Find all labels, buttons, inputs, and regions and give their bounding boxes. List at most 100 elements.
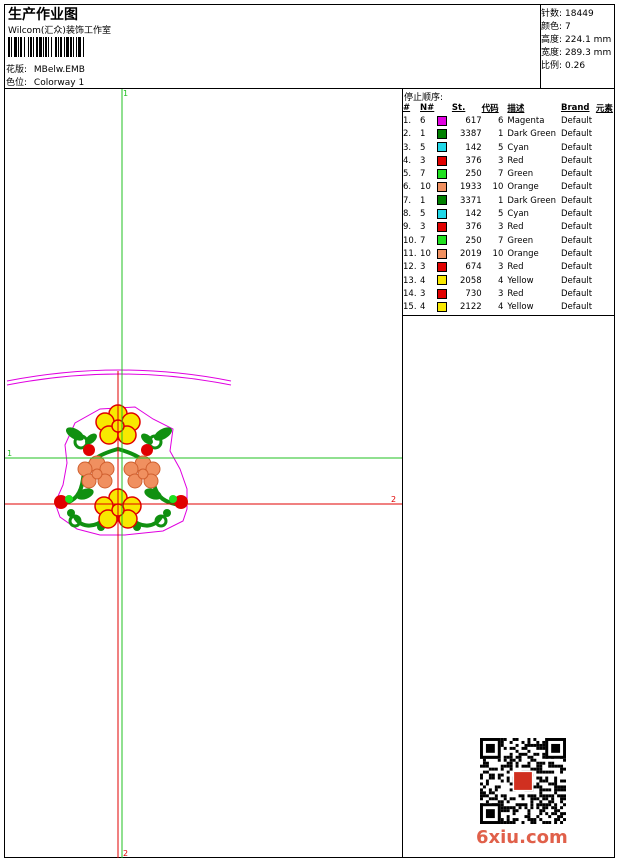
qr-module	[539, 776, 543, 780]
needle-number: 10	[420, 248, 431, 259]
swatch-box	[437, 182, 448, 193]
qr-module	[548, 770, 552, 774]
qr-module	[560, 797, 564, 801]
barcode-bar	[48, 37, 49, 57]
col-index: #	[403, 102, 411, 113]
qr-module	[506, 809, 510, 813]
swatch-box	[437, 275, 448, 286]
qr-module	[563, 785, 566, 789]
stat-label: 颜色:	[541, 22, 563, 32]
qr-module	[554, 785, 558, 789]
thread-brand: Default	[560, 302, 593, 313]
qr-module	[485, 779, 489, 783]
qr-module	[533, 797, 537, 801]
qr-module	[539, 788, 543, 792]
stop-row: 9. 3 376 3 Red Default	[403, 221, 620, 234]
qr-module	[536, 797, 540, 801]
qr-module	[515, 764, 519, 768]
qr-module	[527, 743, 531, 747]
qr-module	[515, 749, 519, 753]
stitch-count: 674	[465, 262, 482, 273]
qr-module	[503, 758, 507, 762]
qr-module	[536, 782, 540, 786]
qr-module	[506, 821, 510, 824]
qr-module	[548, 764, 552, 768]
barcode-bar	[51, 37, 52, 57]
color-description: Magenta	[507, 115, 545, 126]
needle-number: 4	[420, 275, 426, 286]
qr-finder-core	[485, 743, 495, 753]
qr-module	[480, 773, 483, 777]
stat-label: 宽度:	[541, 48, 563, 58]
swatch-box	[437, 222, 448, 233]
axis-label-v-top: 1	[123, 89, 128, 98]
stop-row: 1. 6 617 6 Magenta Default	[403, 114, 620, 127]
color-code: 1	[497, 195, 504, 206]
qr-module	[536, 770, 540, 774]
qr-module	[515, 743, 519, 747]
thread-brand: Default	[560, 195, 593, 206]
qr-module	[500, 800, 504, 804]
qr-module	[482, 794, 486, 798]
qr-module	[554, 782, 558, 786]
color-swatch	[437, 207, 452, 220]
qr-module	[512, 821, 516, 824]
qr-module	[530, 743, 534, 747]
barcode-bar	[43, 37, 44, 57]
qr-module	[500, 779, 504, 783]
qr-module	[542, 821, 546, 824]
element-cell	[596, 274, 620, 287]
thread-brand: Default	[560, 288, 593, 299]
qr-module	[557, 815, 561, 819]
qr-module	[530, 767, 534, 771]
needle-number: 3	[420, 288, 426, 299]
barcode-bar	[30, 37, 32, 57]
qr-module	[506, 800, 510, 804]
color-description: Green	[507, 235, 534, 246]
qr-module	[539, 764, 543, 768]
needle-number: 4	[420, 302, 426, 313]
swatch-box	[437, 168, 448, 179]
stat-row: 颜色: 7	[541, 19, 571, 32]
qr-module	[539, 743, 543, 747]
stitch-count: 376	[465, 155, 482, 166]
stat-label: 针数:	[541, 9, 563, 19]
qr-module	[485, 782, 489, 786]
colorway-row: 色位: Colorway 1	[6, 75, 84, 88]
watermark-logo: 6xiu.com	[476, 827, 568, 848]
qr-module	[521, 752, 525, 756]
swatch-box	[437, 301, 448, 312]
stitch-count: 142	[465, 142, 482, 153]
qr-module	[512, 758, 516, 762]
qr-module	[509, 782, 513, 786]
qr-code	[480, 738, 566, 824]
qr-module	[494, 785, 498, 789]
qr-module	[557, 794, 561, 798]
barcode-bar	[58, 37, 59, 57]
qr-module	[560, 767, 564, 771]
qr-module	[503, 755, 507, 759]
stat-row: 宽度: 289.3 mm	[541, 45, 611, 58]
qr-module	[560, 815, 564, 819]
qr-module	[509, 788, 513, 792]
qr-module	[509, 767, 513, 771]
stop-row: 10. 7 250 7 Green Default	[403, 234, 620, 247]
qr-module	[545, 779, 549, 783]
qr-module	[536, 803, 540, 807]
qr-module	[539, 818, 543, 822]
stop-row: 13. 4 2058 4 Yellow Default	[403, 274, 620, 287]
element-cell	[596, 167, 620, 180]
barcode-bar	[20, 37, 22, 57]
stop-index: 15.	[403, 302, 417, 313]
stop-index: 14.	[403, 288, 417, 299]
qr-module	[503, 806, 507, 810]
element-cell	[596, 128, 620, 141]
color-swatch	[437, 167, 452, 180]
stop-row: 14. 3 730 3 Red Default	[403, 287, 620, 300]
qr-module	[480, 776, 483, 780]
qr-module	[551, 761, 555, 765]
qr-module	[482, 764, 486, 768]
stop-row: 8. 5 142 5 Cyan Default	[403, 207, 620, 220]
qr-module	[491, 791, 495, 795]
qr-module	[545, 776, 549, 780]
